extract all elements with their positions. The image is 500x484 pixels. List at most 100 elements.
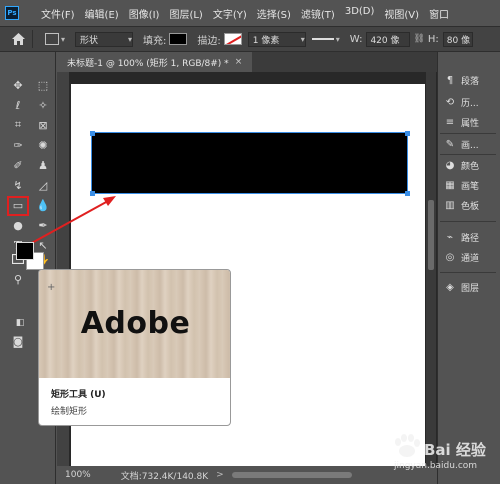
panel-channels[interactable]: ◎ 通道 (444, 248, 479, 266)
panel-brushes[interactable]: ▦ 画笔 (444, 176, 479, 194)
status-menu-arrow[interactable]: > (216, 470, 224, 480)
panel-label: 颜色 (461, 161, 480, 172)
panel-paths[interactable]: ⌁ 路径 (444, 228, 479, 246)
line-style-icon (311, 38, 334, 40)
stroke-width-field[interactable]: 1 像素 ▾ (247, 31, 306, 47)
color-icon: ◕ (445, 159, 455, 171)
tooltip-preview-text: Adobe (80, 306, 191, 341)
watermark: Bai 经验 jingyan.baidu.com (384, 427, 496, 481)
panel-label: 属性 (461, 118, 480, 129)
pen-tool-icon[interactable]: ✒ (33, 216, 53, 234)
eyedropper-tool-icon[interactable]: ✑ (8, 136, 28, 154)
properties-icon: ≡ (445, 116, 455, 128)
divider (440, 221, 496, 222)
home-icon[interactable] (10, 31, 26, 47)
options-bar: ▾ 形状 ▾ 填充: 描边: 1 像素 ▾ ▾ W: 420 像 ⛓ H: 80… (0, 26, 500, 52)
transform-handle[interactable] (90, 131, 95, 136)
default-colors-icon[interactable]: ◧ (10, 314, 30, 332)
menu-select[interactable]: 选择(S) (257, 6, 291, 21)
stroke-label: 描边: (197, 35, 221, 47)
crop-tool-icon[interactable]: ⌗ (8, 116, 28, 134)
close-icon[interactable]: × (235, 57, 243, 67)
chevron-down-icon: ▾ (300, 34, 305, 44)
menu-type[interactable]: 文字(Y) (213, 6, 247, 21)
history-brush-tool-icon[interactable]: ↯ (8, 176, 28, 194)
fill-label: 填充: (143, 35, 167, 47)
magic-wand-tool-icon[interactable]: ✧ (33, 96, 53, 114)
stroke-color-swatch[interactable] (223, 33, 242, 45)
photoshop-window: Ps 文件(F) 编辑(E) 图像(I) 图层(L) 文字(Y) 选择(S) 滤… (0, 0, 500, 484)
frame-tool-icon[interactable]: ⊠ (33, 116, 53, 134)
marquee-tool-icon[interactable]: ⬚ (33, 76, 53, 94)
panel-properties[interactable]: ≡ 属性 (444, 113, 479, 131)
tool-preset-icon[interactable] (45, 33, 59, 45)
width-label: W: (349, 33, 363, 45)
zoom-level[interactable]: 100% (65, 470, 91, 480)
divider (440, 154, 496, 155)
panel-paragraph[interactable]: ¶ 段落 (444, 71, 479, 89)
menu-edit[interactable]: 编辑(E) (85, 6, 119, 21)
panel-label: 历... (461, 98, 479, 109)
menu-view[interactable]: 视图(V) (384, 6, 419, 21)
watermark-url: jingyan.baidu.com (394, 461, 478, 471)
stroke-type-select[interactable]: ▾ (311, 32, 346, 47)
shape-mode-select[interactable]: 形状 ▾ (75, 31, 134, 47)
lasso-tool-icon[interactable]: ℓ (8, 96, 28, 114)
panel-swatches[interactable]: ▥ 色板 (444, 196, 479, 214)
swatches-icon: ▦ (445, 179, 455, 191)
panel-layers[interactable]: ◈ 图层 (444, 278, 479, 296)
document-tab[interactable]: 未标题-1 @ 100% (矩形 1, RGB/8#) * × (57, 52, 253, 72)
stamp-tool-icon[interactable]: ♟ (33, 156, 53, 174)
rectangle-tool-highlight (7, 196, 29, 216)
brush-tool-icon[interactable]: ✐ (8, 156, 28, 174)
panel-brush[interactable]: ✎ 画... (444, 135, 479, 153)
panel-label: 段落 (461, 76, 480, 87)
divider (440, 133, 496, 134)
menu-list: 文件(F) 编辑(E) 图像(I) 图层(L) 文字(Y) 选择(S) 滤镜(T… (41, 6, 459, 21)
menu-layer[interactable]: 图层(L) (169, 6, 202, 21)
transform-handle[interactable] (90, 191, 95, 196)
dodge-tool-icon[interactable]: ● (8, 216, 28, 234)
swatch-grid-icon: ▥ (445, 199, 455, 211)
panel-color[interactable]: ◕ 颜色 (444, 156, 479, 174)
menu-3d[interactable]: 3D(D) (345, 6, 375, 21)
document-info: 文档:732.4K/140.8K (120, 471, 209, 482)
eraser-tool-icon[interactable]: ◿ (33, 176, 53, 194)
quick-mask-icon[interactable]: ◙ (8, 332, 28, 350)
stroke-width-value: 1 像素 (252, 35, 280, 46)
height-field[interactable]: 80 像 (442, 31, 473, 47)
panel-label: 图层 (461, 283, 480, 294)
move-tool-icon[interactable]: ✥ (8, 76, 28, 94)
transform-handle[interactable] (405, 191, 410, 196)
link-icon[interactable]: ⛓ (413, 34, 424, 44)
menu-file[interactable]: 文件(F) (41, 6, 75, 21)
chevron-down-icon: ▾ (128, 34, 133, 44)
status-bar: 100% 文档:732.4K/140.8K > (57, 466, 437, 484)
height-label: H: (427, 33, 439, 45)
panel-label: 色板 (461, 201, 480, 212)
zoom-tool-icon[interactable]: ⚲ (8, 270, 28, 288)
width-field[interactable]: 420 像 (366, 31, 411, 47)
scrollbar-thumb[interactable] (428, 200, 434, 270)
foreground-color-swatch[interactable] (16, 242, 34, 260)
app-logo[interactable]: Ps (5, 6, 19, 20)
blur-tool-icon[interactable]: 💧 (33, 196, 53, 214)
document-tab-title: 未标题-1 @ 100% (矩形 1, RGB/8#) * (67, 58, 229, 69)
divider (32, 30, 33, 48)
menu-window[interactable]: 窗口 (429, 6, 449, 21)
rectangle-shape[interactable] (91, 132, 408, 194)
crosshair-cursor-icon: + (47, 282, 56, 293)
panel-label: 画笔 (461, 181, 480, 192)
paths-icon: ⌁ (446, 231, 454, 243)
panel-label: 画... (461, 140, 479, 151)
menu-image[interactable]: 图像(I) (129, 6, 160, 21)
panel-history[interactable]: ⟲ 历... (444, 93, 479, 111)
divider (440, 272, 496, 273)
chevron-down-icon: ▾ (335, 34, 340, 44)
horizontal-scrollbar[interactable] (231, 472, 352, 478)
healing-brush-tool-icon[interactable]: ✺ (33, 136, 53, 154)
fill-color-swatch[interactable] (169, 33, 188, 45)
chevron-down-icon[interactable]: ▾ (61, 35, 65, 44)
menu-filter[interactable]: 滤镜(T) (301, 6, 335, 21)
transform-handle[interactable] (405, 131, 410, 136)
